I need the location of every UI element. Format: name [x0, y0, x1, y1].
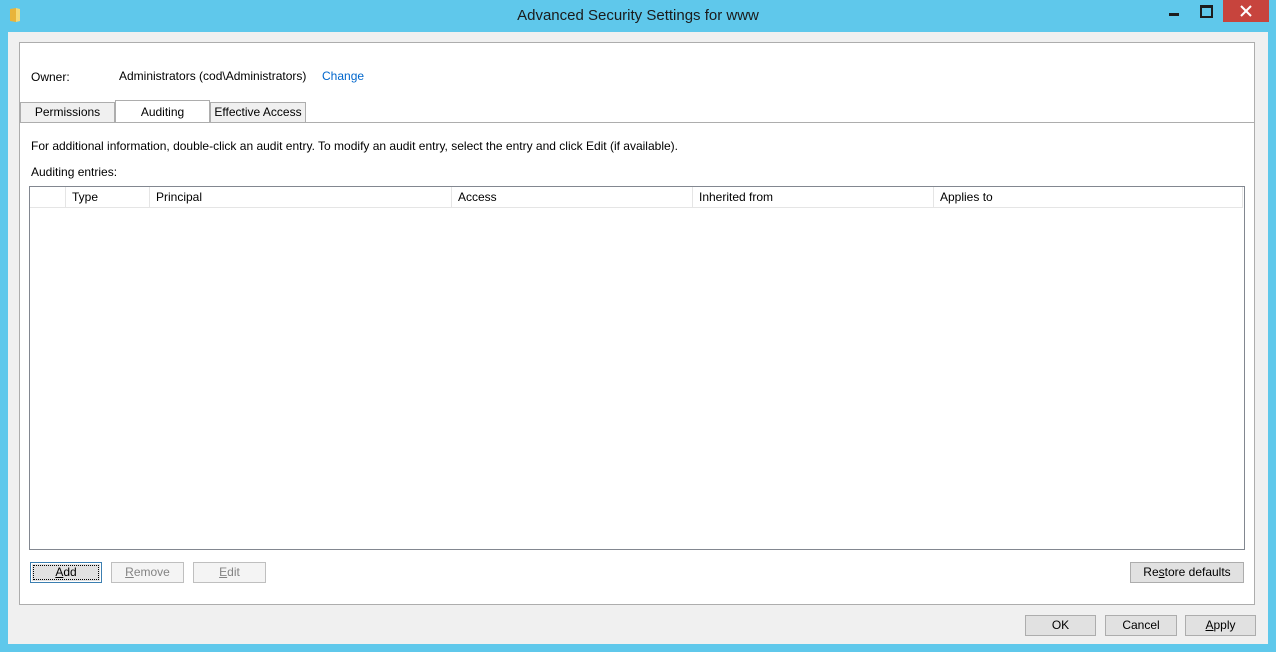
add-button[interactable]: Add [30, 562, 102, 583]
title-bar[interactable]: Advanced Security Settings for www [0, 0, 1276, 32]
ok-button[interactable]: OK [1025, 615, 1096, 636]
owner-value: Administrators (cod\Administrators) [119, 69, 307, 83]
auditing-entries-label: Auditing entries: [31, 165, 118, 179]
settings-panel: Owner: Administrators (cod\Administrator… [19, 42, 1255, 605]
change-owner-link[interactable]: Change [322, 69, 364, 83]
minimize-button[interactable] [1157, 0, 1190, 22]
info-text: For additional information, double-click… [31, 139, 678, 153]
column-header-icon[interactable] [30, 187, 66, 207]
maximize-icon [1200, 4, 1213, 18]
column-header-applies-to[interactable]: Applies to [934, 187, 1243, 207]
dialog-client: Owner: Administrators (cod\Administrator… [8, 32, 1268, 644]
column-header-inherited-from[interactable]: Inherited from [693, 187, 934, 207]
maximize-button[interactable] [1190, 0, 1223, 22]
window-title: Advanced Security Settings for www [517, 7, 759, 24]
tab-effective-access[interactable]: Effective Access [210, 102, 306, 122]
apply-button[interactable]: Apply [1185, 615, 1256, 636]
tab-auditing[interactable]: Auditing [115, 100, 210, 122]
column-header-type[interactable]: Type [66, 187, 150, 207]
remove-button[interactable]: Remove [111, 562, 184, 583]
auditing-entries-list[interactable]: Type Principal Access Inherited from App… [29, 186, 1245, 550]
cancel-button[interactable]: Cancel [1105, 615, 1177, 636]
tab-permissions[interactable]: Permissions [20, 102, 115, 122]
close-icon [1240, 5, 1252, 17]
tab-divider [20, 122, 1254, 123]
list-header: Type Principal Access Inherited from App… [30, 187, 1243, 208]
minimize-icon [1168, 12, 1179, 16]
column-header-access[interactable]: Access [452, 187, 693, 207]
restore-defaults-button[interactable]: Restore defaults [1130, 562, 1244, 583]
close-button[interactable] [1223, 0, 1269, 22]
owner-label: Owner: [31, 70, 70, 84]
column-header-principal[interactable]: Principal [150, 187, 452, 207]
edit-button[interactable]: Edit [193, 562, 266, 583]
